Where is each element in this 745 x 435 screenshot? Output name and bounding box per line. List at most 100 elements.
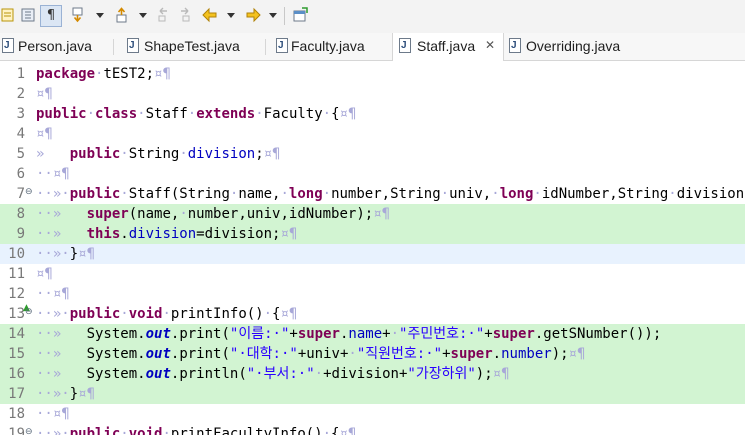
fold-toggle-icon[interactable]: ⊖ xyxy=(25,307,33,317)
whitespace-marker: · xyxy=(533,186,542,202)
code-token: super xyxy=(86,206,129,222)
code-line[interactable]: 4 ¤¶ xyxy=(0,124,745,144)
tab-staff-java[interactable]: J Staff.java ✕ xyxy=(392,33,504,61)
whitespace-marker: ··»· xyxy=(36,186,70,202)
whitespace-marker: ¤¶ xyxy=(36,126,53,142)
tab-label: Faculty.java xyxy=(291,38,365,54)
toggle-mark-occurrences-icon[interactable] xyxy=(0,7,16,23)
code-line[interactable]: 18 ··¤¶ xyxy=(0,404,745,424)
code-token: + xyxy=(382,326,391,342)
back-dropdown[interactable] xyxy=(227,13,235,18)
whitespace-marker: ¤¶ xyxy=(568,346,586,362)
whitespace-marker: ¤¶ xyxy=(78,386,96,402)
line-number: 5 xyxy=(16,146,25,162)
whitespace-marker: · xyxy=(137,106,146,122)
code-token: package xyxy=(36,66,96,82)
whitespace-marker: · xyxy=(162,426,171,435)
whitespace-marker: ¤¶ xyxy=(78,246,96,262)
code-token: "·대학:·" xyxy=(229,346,298,362)
code-line[interactable]: 10 ··»·}¤¶ xyxy=(0,244,745,264)
tab-person-java[interactable]: J Person.java xyxy=(0,33,113,60)
code-line[interactable]: 17 ··»·}¤¶ xyxy=(0,384,745,404)
next-annotation-dropdown[interactable] xyxy=(96,13,104,18)
tab-faculty-java[interactable]: J Faculty.java xyxy=(275,33,385,60)
whitespace-marker: ··»· xyxy=(36,426,70,435)
code-line[interactable]: 1 package·tEST2;¤¶ xyxy=(0,64,745,84)
code-line[interactable]: 15 ··» System.out.print("·대학:·"+univ+·"직원… xyxy=(0,344,745,364)
code-token: .print( xyxy=(170,346,230,362)
code-token: univ, xyxy=(449,186,492,202)
line-number: 8 xyxy=(16,206,25,222)
last-edit-location-icon[interactable] xyxy=(155,7,171,23)
line-number: 9 xyxy=(16,226,25,242)
code-line[interactable]: 19 ⊖ ··»·public·void·printFacultyInfo()·{¤… xyxy=(0,424,745,435)
code-token: public xyxy=(69,186,121,202)
pin-editor-icon[interactable] xyxy=(292,7,308,23)
toggle-block-selection-icon[interactable] xyxy=(20,7,36,23)
code-token: super xyxy=(492,326,535,342)
code-token: number,String xyxy=(331,186,441,202)
code-line[interactable]: 13 ▲ ⊖ ··»·public·void·printInfo()·{¤¶ xyxy=(0,303,745,324)
previous-annotation-icon[interactable] xyxy=(114,7,130,23)
whitespace-marker: · xyxy=(120,146,129,162)
tab-shapetest-java[interactable]: J ShapeTest.java xyxy=(124,33,264,60)
code-token: division xyxy=(187,146,256,162)
code-token: ); xyxy=(475,366,493,382)
code-token: tEST2; xyxy=(103,66,155,82)
code-text: ··» super(name,·number,univ,idNumber);¤¶ xyxy=(36,205,390,223)
code-line[interactable]: 8 ··» super(name,·number,univ,idNumber);¤… xyxy=(0,204,745,224)
code-token: public xyxy=(69,426,121,435)
code-line[interactable]: 2 ¤¶ xyxy=(0,84,745,104)
code-text: ¤¶ xyxy=(36,85,53,103)
close-icon[interactable]: ✕ xyxy=(485,38,495,52)
code-token: String xyxy=(128,146,180,162)
line-number: 16 xyxy=(8,366,25,382)
back-icon[interactable] xyxy=(202,7,218,23)
code-token: (name, xyxy=(128,206,180,222)
whitespace-marker: ··» xyxy=(36,346,87,362)
fold-toggle-icon[interactable]: ⊖ xyxy=(25,187,33,197)
code-token: Staff xyxy=(145,106,188,122)
tab-overriding-java[interactable]: J Overriding.java xyxy=(507,33,647,60)
code-editor[interactable]: 1 package·tEST2;¤¶ 2 ¤¶ 3 public·class·Staff·… xyxy=(0,61,745,435)
whitespace-marker: ··¤¶ xyxy=(36,166,70,182)
code-line[interactable]: 7 ⊖ ··»·public·Staff(String·name,·long·num… xyxy=(0,184,745,204)
tab-label: Person.java xyxy=(18,38,92,54)
code-token: name, xyxy=(238,186,281,202)
code-token: idNumber,String xyxy=(541,186,669,202)
next-annotation-icon[interactable] xyxy=(70,7,86,23)
code-token: super xyxy=(450,346,493,362)
whitespace-marker: ¤¶ xyxy=(36,86,53,102)
forward-dropdown[interactable] xyxy=(269,13,277,18)
previous-annotation-dropdown[interactable] xyxy=(139,13,147,18)
java-file-icon: J xyxy=(276,38,288,53)
code-line[interactable]: 14 ··» System.out.print("이름:·"+super.name… xyxy=(0,324,745,344)
code-text: ··¤¶ xyxy=(36,165,70,183)
code-token: =division; xyxy=(196,226,281,242)
code-line[interactable]: 11 ¤¶ xyxy=(0,264,745,284)
code-token: + xyxy=(484,326,493,342)
code-line[interactable]: 3 public·class·Staff·extends·Faculty·{¤¶ xyxy=(0,104,745,124)
code-token: super xyxy=(297,326,340,342)
code-token: + xyxy=(289,326,298,342)
forward-edit-location-icon[interactable] xyxy=(177,7,193,23)
line-number: 15 xyxy=(8,346,25,362)
code-token: extends xyxy=(196,106,256,122)
tab-separator xyxy=(265,39,266,55)
code-line[interactable]: 16 ··» System.out.println("·부서:·"·+divisi… xyxy=(0,364,745,384)
java-file-icon: J xyxy=(127,38,139,53)
show-whitespace-icon[interactable]: ¶ xyxy=(40,5,62,27)
code-token: { xyxy=(331,106,340,122)
forward-icon[interactable] xyxy=(245,7,261,23)
code-line[interactable]: 12 ··¤¶ xyxy=(0,284,745,304)
code-line[interactable]: 5» public·String·division;¤¶ xyxy=(0,144,745,164)
line-number: 1 xyxy=(16,66,25,82)
whitespace-marker: · xyxy=(179,206,188,222)
code-token: name xyxy=(348,326,383,342)
whitespace-marker: ··» xyxy=(36,366,87,382)
fold-toggle-icon[interactable]: ⊖ xyxy=(25,427,33,435)
whitespace-marker: ··» xyxy=(36,326,87,342)
code-line[interactable]: 6 ··¤¶ xyxy=(0,164,745,184)
whitespace-marker: ¤¶ xyxy=(373,206,391,222)
code-line[interactable]: 9 ··» this.division=division;¤¶ xyxy=(0,224,745,244)
